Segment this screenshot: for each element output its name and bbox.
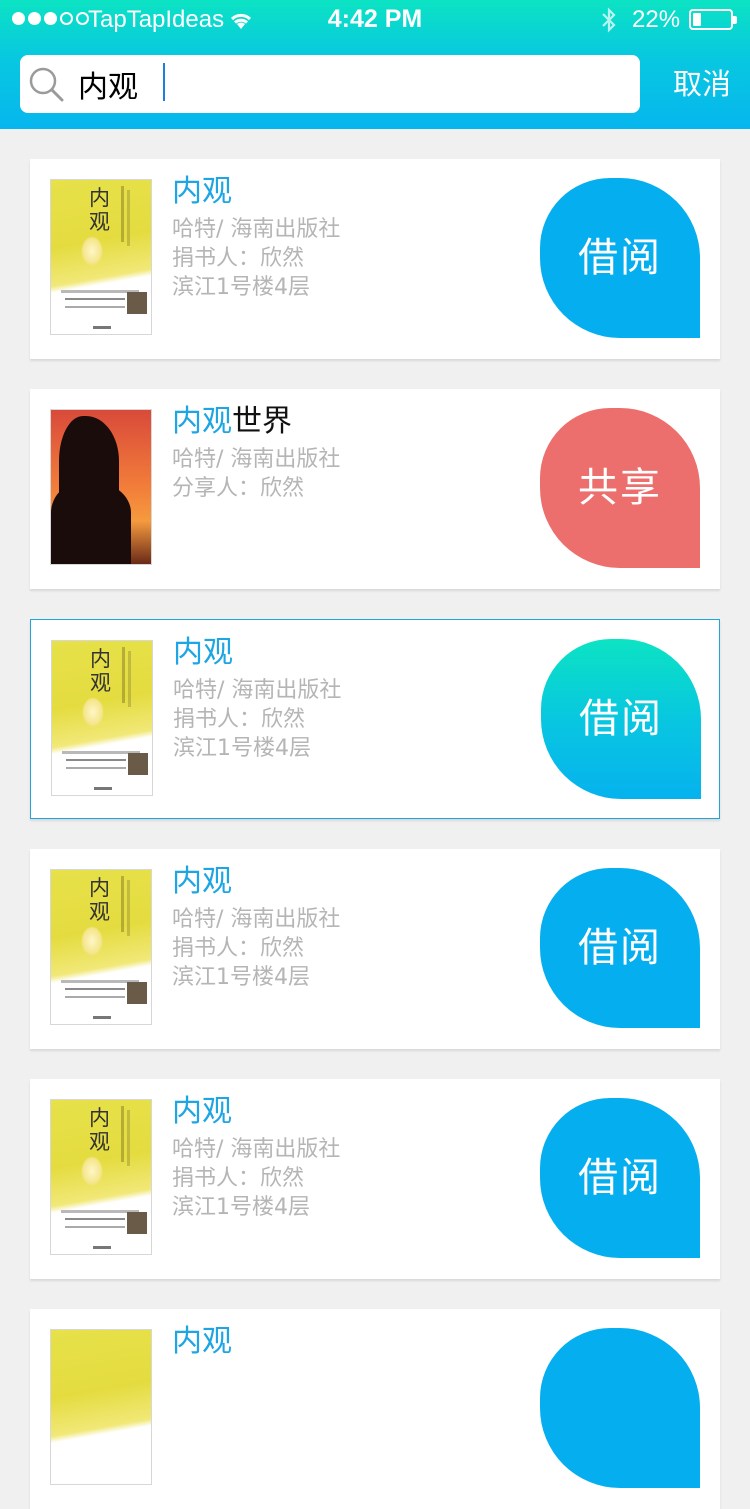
text-cursor [163,63,165,101]
header: TapTapIdeas 4:42 PM 22% 取消 [0,0,750,129]
result-card[interactable]: 内观 内观 哈特/ 海南出版社 捐书人：欣然 滨江1号楼4层 借阅 [30,159,720,359]
location: 滨江1号楼4层 [172,965,310,990]
book-cover: 内观 [50,179,152,335]
donor: 捐书人：欣然 [173,707,306,732]
result-card[interactable]: 内观 内观 哈特/ 海南出版社 捐书人：欣然 滨江1号楼4层 借阅 [30,849,720,1049]
author-publisher: 哈特/ 海南出版社 [172,447,341,472]
battery-percent: 22% [632,6,681,33]
author-publisher: 哈特/ 海南出版社 [172,907,341,932]
search-icon [28,66,66,108]
borrow-button[interactable]: 借阅 [540,1098,700,1258]
result-card[interactable]: 内观世界 哈特/ 海南出版社 分享人：欣然 共享 [30,389,720,589]
cancel-button[interactable]: 取消 [662,62,742,106]
bluetooth-icon [600,7,618,39]
borrow-button[interactable]: 借阅 [541,639,701,799]
result-card[interactable]: 内观 [30,1309,720,1509]
book-title: 内观 [172,1324,232,1359]
book-cover [50,409,152,565]
book-cover: 内观 [51,640,153,796]
result-card[interactable]: 内观 内观 哈特/ 海南出版社 捐书人：欣然 滨江1号楼4层 借阅 [30,619,720,819]
search-input[interactable] [78,59,618,109]
book-cover: 内观 [50,869,152,1025]
borrow-button[interactable] [540,1328,700,1488]
search-bar[interactable] [20,55,640,113]
donor: 捐书人：欣然 [172,246,305,271]
result-card[interactable]: 内观 内观 哈特/ 海南出版社 捐书人：欣然 滨江1号楼4层 借阅 [30,1079,720,1279]
book-cover [50,1329,152,1485]
location: 滨江1号楼4层 [172,1195,310,1220]
author-publisher: 哈特/ 海南出版社 [173,678,342,703]
book-cover: 内观 [50,1099,152,1255]
book-title: 内观 [173,635,233,670]
borrow-button[interactable]: 借阅 [540,178,700,338]
status-bar: TapTapIdeas 4:42 PM 22% [0,0,750,40]
location: 滨江1号楼4层 [172,275,310,300]
battery-icon [689,9,737,30]
book-title: 内观 [172,864,232,899]
borrow-button[interactable]: 借阅 [540,868,700,1028]
book-title: 内观 [172,174,232,209]
location: 滨江1号楼4层 [173,736,311,761]
book-title: 内观 [172,1094,232,1129]
book-title: 内观世界 [172,404,292,439]
author-publisher: 哈特/ 海南出版社 [172,1137,341,1162]
share-button[interactable]: 共享 [540,408,700,568]
donor: 捐书人：欣然 [172,1166,305,1191]
author-publisher: 哈特/ 海南出版社 [172,217,341,242]
donor: 捐书人：欣然 [172,936,305,961]
sharer: 分享人：欣然 [172,476,305,501]
